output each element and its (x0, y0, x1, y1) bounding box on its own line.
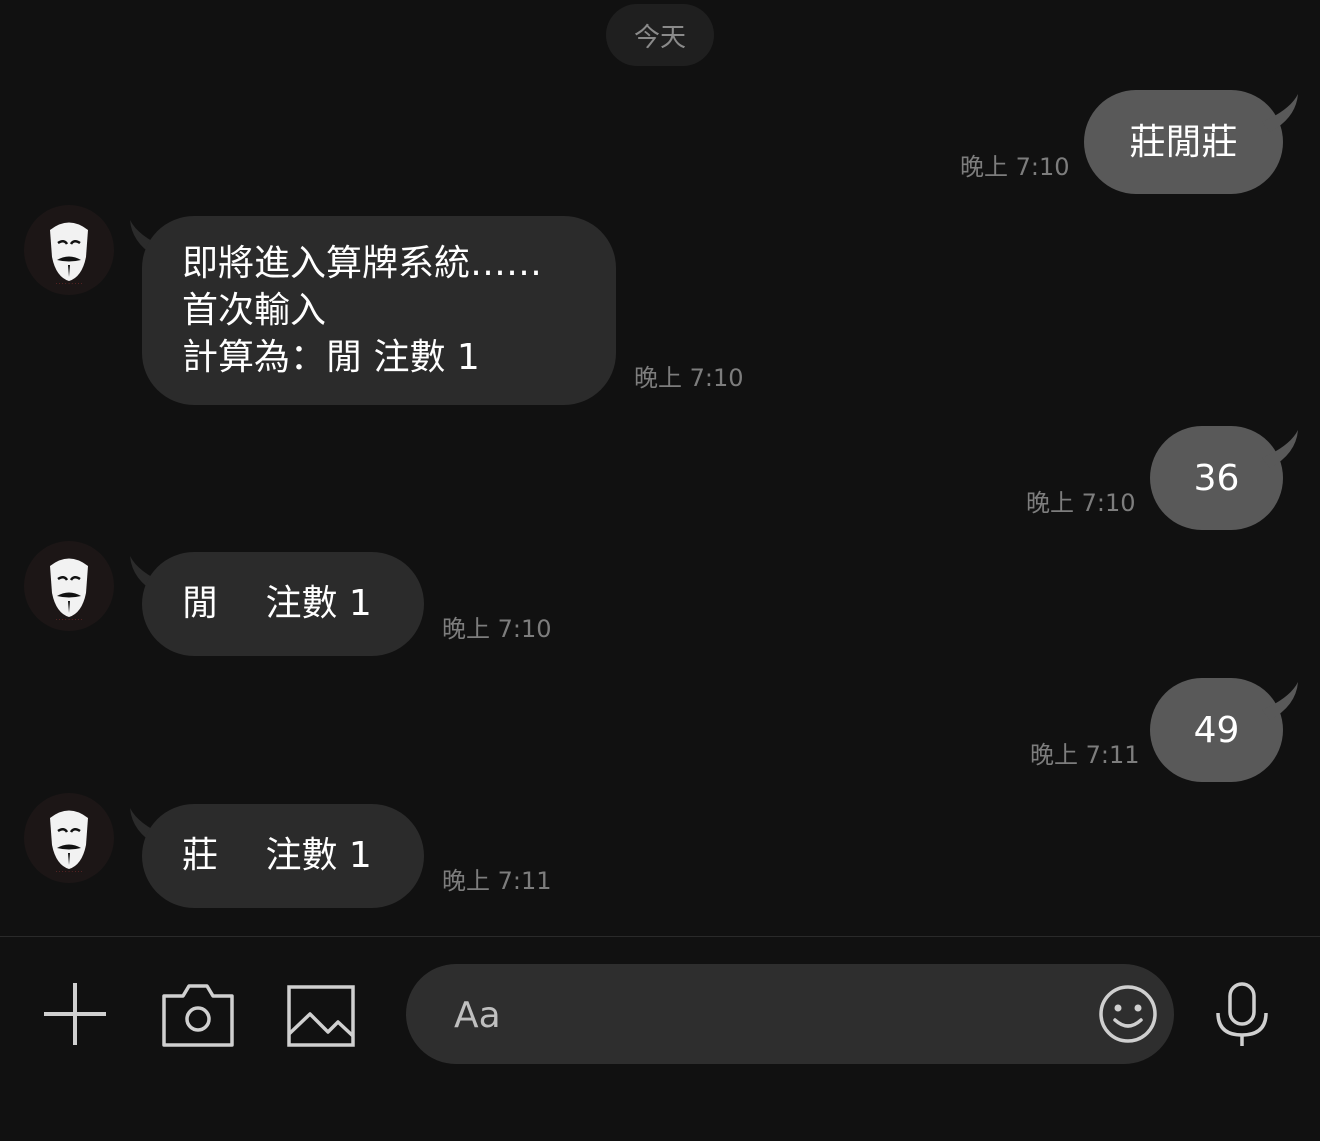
message-timestamp: 晚上 7:10 (634, 364, 744, 392)
message-timestamp: 晚上 7:10 (960, 153, 1070, 181)
toolbar-divider (0, 936, 1320, 937)
message-timestamp: 晚上 7:11 (1030, 741, 1140, 769)
bubble-tail (1262, 94, 1298, 132)
mask-avatar-icon: · · · · · · · · · (50, 558, 88, 623)
svg-text:· · · · · · · · ·: · · · · · · · · · (55, 281, 82, 287)
date-divider: 今天 (606, 4, 714, 66)
bubble-tail (1262, 682, 1298, 720)
message-input[interactable] (452, 990, 1056, 1040)
message-composer[interactable] (406, 964, 1174, 1064)
avatar[interactable]: · · · · · · · · · (24, 793, 114, 883)
avatar[interactable]: · · · · · · · · · (24, 541, 114, 631)
message-bubble-outgoing[interactable]: 莊閒莊 (1084, 90, 1283, 194)
message-timestamp: 晚上 7:10 (1026, 489, 1136, 517)
svg-text:· · · · · · · · ·: · · · · · · · · · (55, 617, 82, 623)
image-icon[interactable] (286, 984, 356, 1048)
mask-avatar-icon: · · · · · · · · · (50, 222, 88, 287)
message-timestamp: 晚上 7:11 (442, 867, 552, 895)
message-bubble-incoming[interactable]: 即將進入算牌系統…… 首次輸入 計算為：閒 注數 1 (142, 216, 616, 405)
message-bubble-incoming[interactable]: 莊 注數 1 (142, 804, 424, 908)
svg-text:· · · · · · · · ·: · · · · · · · · · (55, 869, 82, 875)
camera-icon[interactable] (161, 982, 235, 1048)
plus-icon[interactable] (40, 979, 110, 1049)
avatar[interactable]: · · · · · · · · · (24, 205, 114, 295)
microphone-icon[interactable] (1213, 981, 1271, 1047)
message-bubble-incoming[interactable]: 閒 注數 1 (142, 552, 424, 656)
message-timestamp: 晚上 7:10 (442, 615, 552, 643)
emoji-icon[interactable] (1096, 982, 1160, 1046)
bubble-tail (1262, 430, 1298, 468)
mask-avatar-icon: · · · · · · · · · (50, 810, 88, 875)
